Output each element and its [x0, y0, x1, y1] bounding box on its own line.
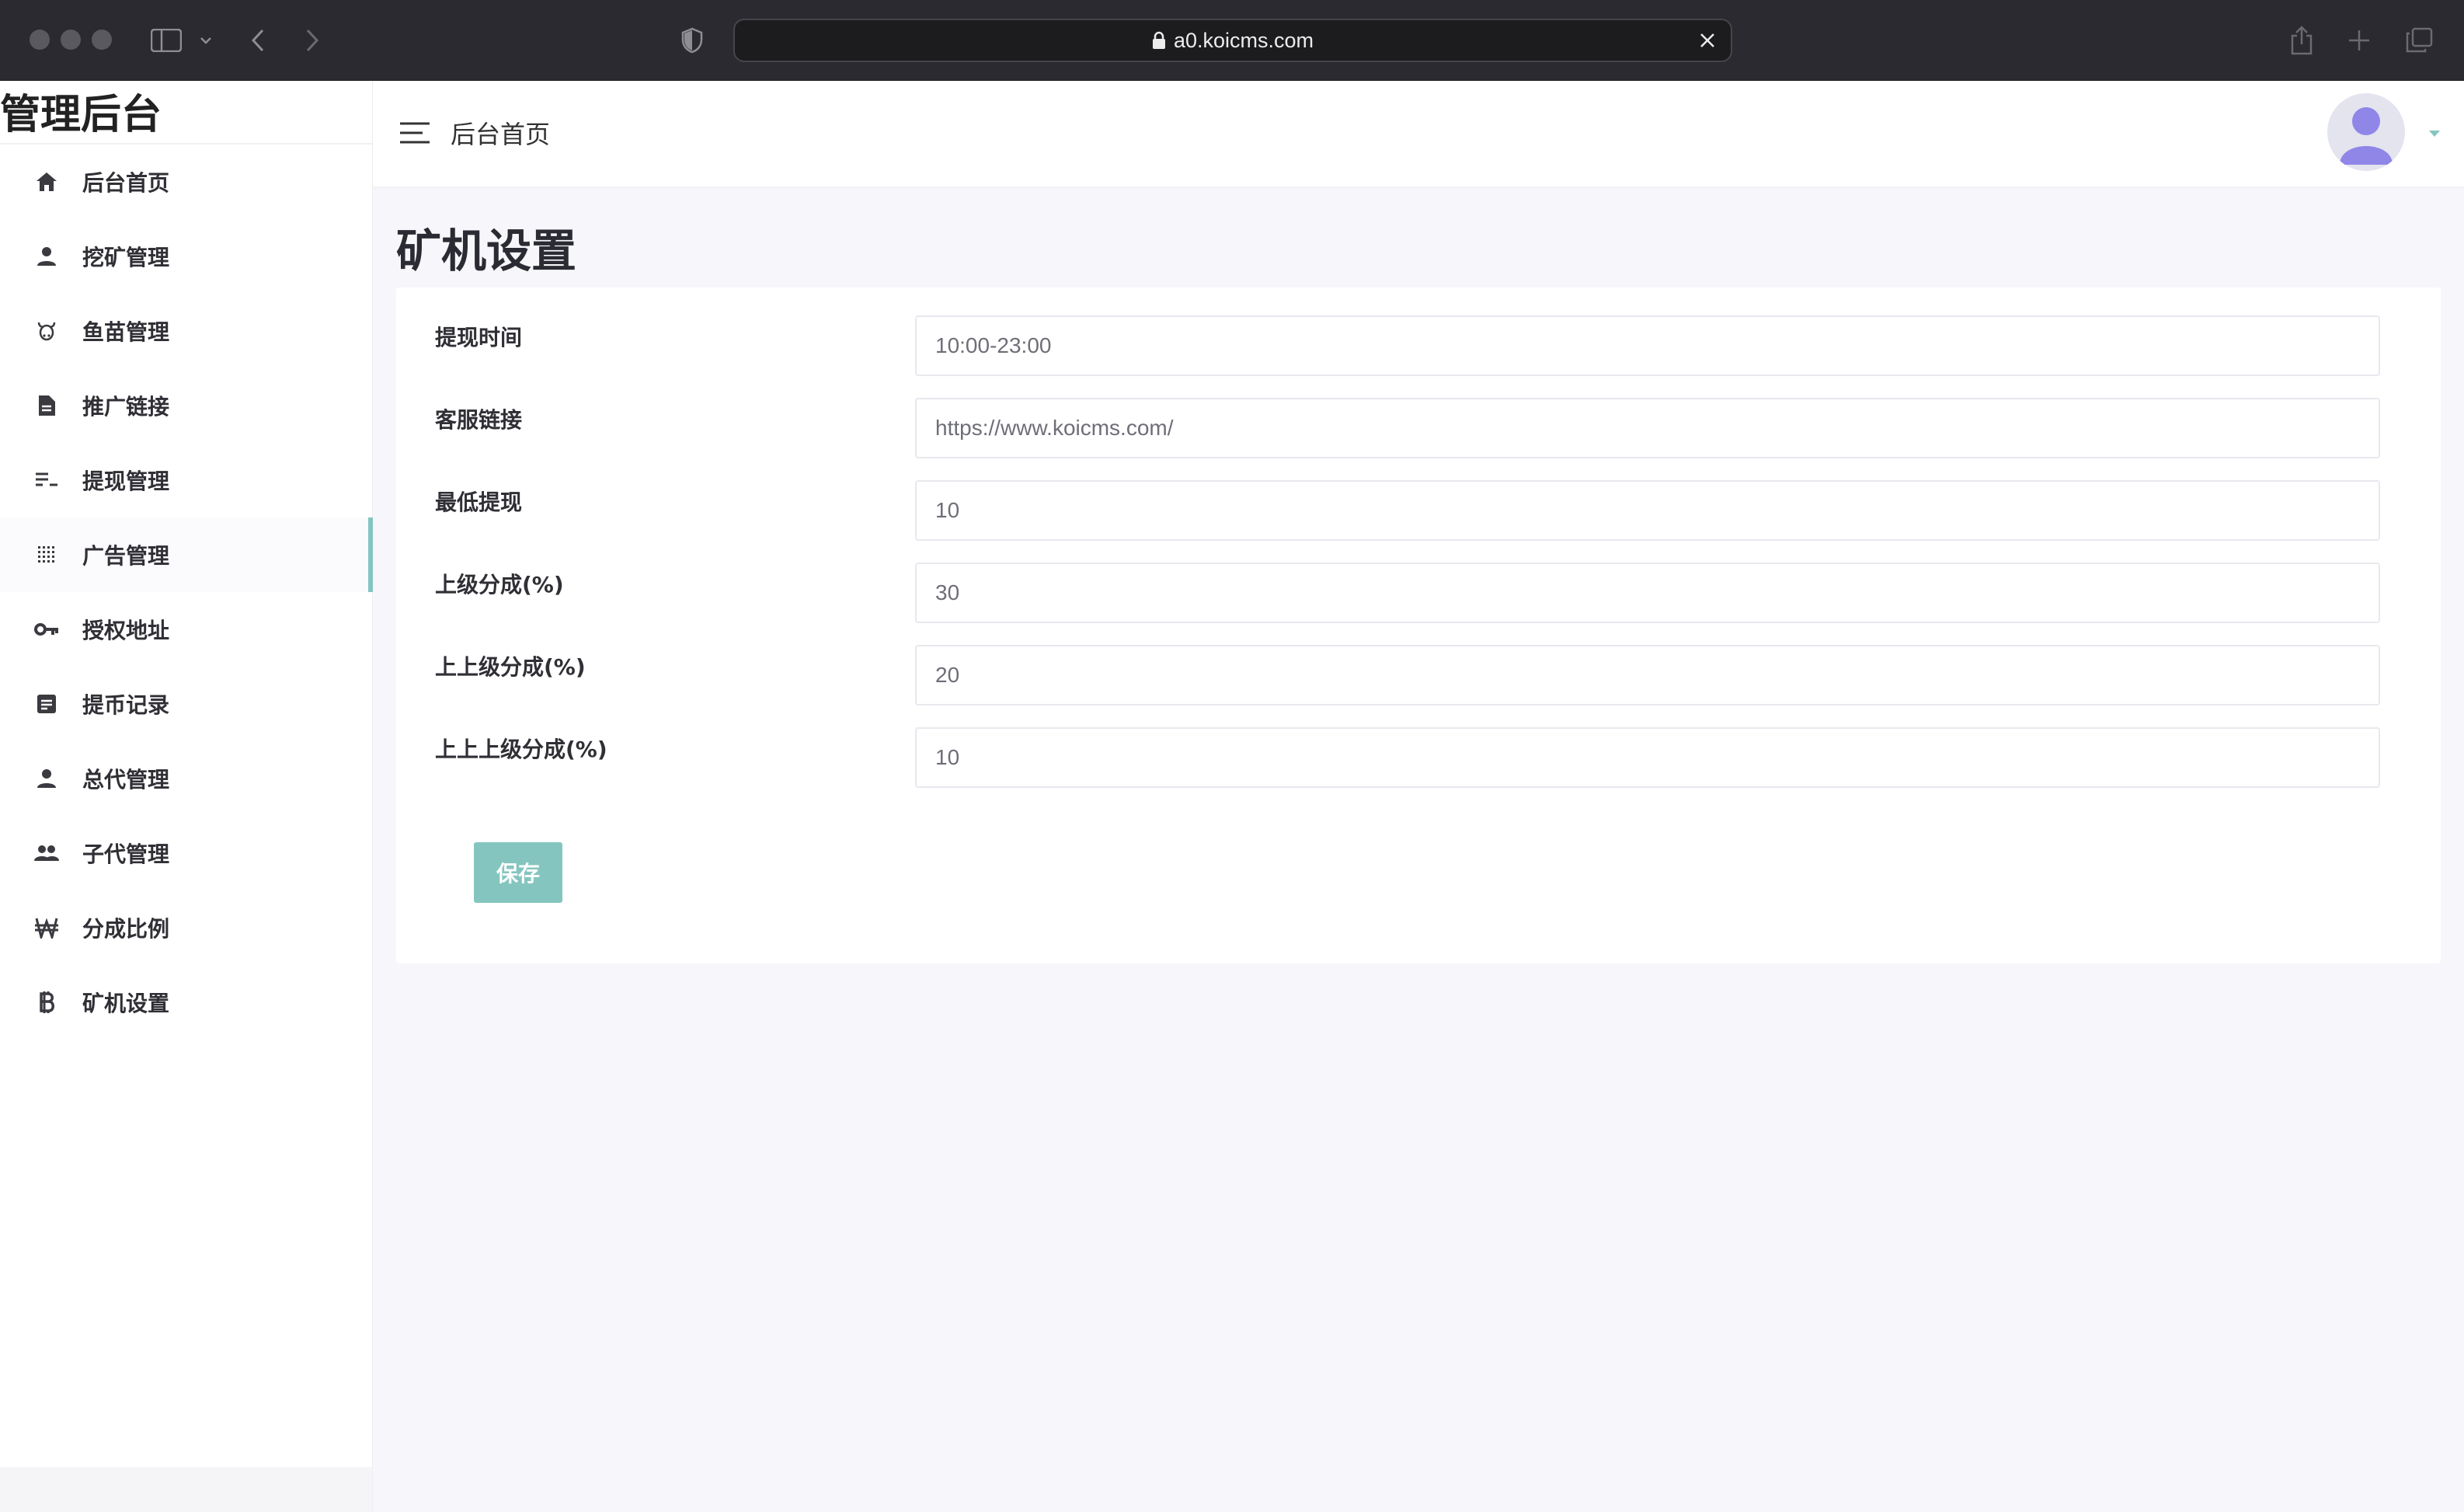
window-zoom-button[interactable] — [92, 30, 112, 50]
window-close-button[interactable] — [30, 30, 50, 50]
person-icon — [34, 244, 59, 269]
page-title: 矿机设置 — [396, 225, 577, 277]
window-minimize-button[interactable] — [61, 30, 81, 50]
settings-card: 提现时间 客服链接 最低提现 上级分成(%) 上上级分成(%) 上上上级分成(%… — [396, 287, 2441, 963]
close-icon[interactable] — [1697, 30, 1718, 51]
key-icon — [34, 617, 59, 642]
note-icon — [34, 692, 59, 716]
level3-share-input[interactable] — [915, 727, 2380, 788]
breadcrumb: 后台首页 — [451, 120, 551, 149]
sidebar-item-label: 子代管理 — [82, 841, 170, 867]
chevron-down-icon[interactable] — [199, 19, 213, 62]
tab-overview-icon[interactable] — [2405, 19, 2433, 62]
address-bar[interactable]: a0.koicms.com — [733, 19, 1732, 62]
document-icon — [34, 393, 59, 418]
level2-share-input[interactable] — [915, 645, 2380, 705]
avatar[interactable] — [2327, 93, 2405, 171]
forward-arrow-icon[interactable] — [303, 19, 322, 62]
brand-title: 管理后台 — [0, 85, 373, 145]
sidebar-item-auth-address[interactable]: 授权地址 — [0, 592, 373, 667]
level2-share-label: 上上级分成(%) — [435, 654, 586, 680]
grid-icon — [34, 542, 59, 567]
sidebar-item-label: 矿机设置 — [82, 991, 170, 1016]
sidebar-item-coin-records[interactable]: 提币记录 — [0, 667, 373, 741]
sidebar-item-label: 总代管理 — [82, 767, 170, 793]
withdraw-time-label: 提现时间 — [435, 325, 523, 350]
won-icon — [34, 915, 59, 940]
shield-icon[interactable] — [680, 19, 704, 62]
sidebar-nav: 后台首页 挖矿管理 鱼苗管理 推广链接 提现管理 广告管理 授权地址 提币记录 … — [0, 145, 373, 1040]
home-icon — [34, 169, 59, 194]
sidebar-item-label: 挖矿管理 — [82, 245, 170, 270]
sidebar-item-ads[interactable]: 广告管理 — [0, 517, 373, 592]
bitcoin-icon — [34, 990, 59, 1015]
top-bar: 后台首页 — [373, 81, 2464, 186]
sidebar-item-label: 提币记录 — [82, 692, 170, 718]
withdraw-time-input[interactable] — [915, 315, 2380, 376]
sidebar-item-miner-settings[interactable]: 矿机设置 — [0, 965, 373, 1040]
sidebar-item-sub-agent[interactable]: 子代管理 — [0, 816, 373, 890]
form-row-min-withdraw: 最低提现 — [396, 480, 2441, 541]
level1-share-input[interactable] — [915, 563, 2380, 623]
service-link-label: 客服链接 — [435, 407, 523, 433]
min-withdraw-label: 最低提现 — [435, 489, 523, 515]
list-icon — [34, 468, 59, 493]
form-row-withdraw-time: 提现时间 — [396, 315, 2441, 376]
back-arrow-icon[interactable] — [249, 19, 267, 62]
save-button[interactable]: 保存 — [474, 842, 562, 903]
level1-share-label: 上级分成(%) — [435, 572, 564, 597]
sidebar-item-home[interactable]: 后台首页 — [0, 145, 373, 219]
people-icon — [34, 841, 59, 866]
person-icon — [34, 766, 59, 791]
browser-toolbar: a0.koicms.com — [0, 0, 2464, 81]
sidebar-item-label: 授权地址 — [82, 618, 170, 643]
sidebar-item-label: 鱼苗管理 — [82, 319, 170, 345]
sidebar-footer — [0, 1467, 373, 1512]
sidebar-item-general-agent[interactable]: 总代管理 — [0, 741, 373, 816]
service-link-input[interactable] — [915, 398, 2380, 458]
level3-share-label: 上上上级分成(%) — [435, 737, 607, 762]
cow-icon — [34, 319, 59, 343]
form-row-level1-share: 上级分成(%) — [396, 563, 2441, 623]
sidebar-item-fry[interactable]: 鱼苗管理 — [0, 294, 373, 368]
caret-down-icon[interactable] — [2428, 126, 2441, 141]
lock-icon — [1152, 31, 1165, 49]
sidebar-item-share-ratio[interactable]: 分成比例 — [0, 890, 373, 965]
form-row-level3-share: 上上上级分成(%) — [396, 727, 2441, 788]
sidebar-item-label: 广告管理 — [82, 543, 170, 569]
form-row-level2-share: 上上级分成(%) — [396, 645, 2441, 705]
form-row-service-link: 客服链接 — [396, 398, 2441, 458]
menu-toggle-icon[interactable] — [399, 121, 430, 148]
sidebar: 管理后台 后台首页 挖矿管理 鱼苗管理 推广链接 提现管理 广告管理 授权地址 … — [0, 81, 373, 1467]
sidebar-item-label: 分成比例 — [82, 916, 170, 942]
share-icon[interactable] — [2290, 19, 2313, 62]
sidebar-item-withdraw[interactable]: 提现管理 — [0, 443, 373, 517]
sidebar-item-promo-link[interactable]: 推广链接 — [0, 368, 373, 443]
sidebar-item-mining[interactable]: 挖矿管理 — [0, 219, 373, 294]
sidebar-toggle-icon[interactable] — [151, 19, 182, 62]
new-tab-plus-icon[interactable] — [2347, 19, 2371, 62]
sidebar-item-label: 后台首页 — [82, 170, 170, 196]
sidebar-item-label: 推广链接 — [82, 394, 170, 420]
sidebar-item-label: 提现管理 — [82, 469, 170, 494]
min-withdraw-input[interactable] — [915, 480, 2380, 541]
url-text: a0.koicms.com — [1173, 28, 1314, 52]
